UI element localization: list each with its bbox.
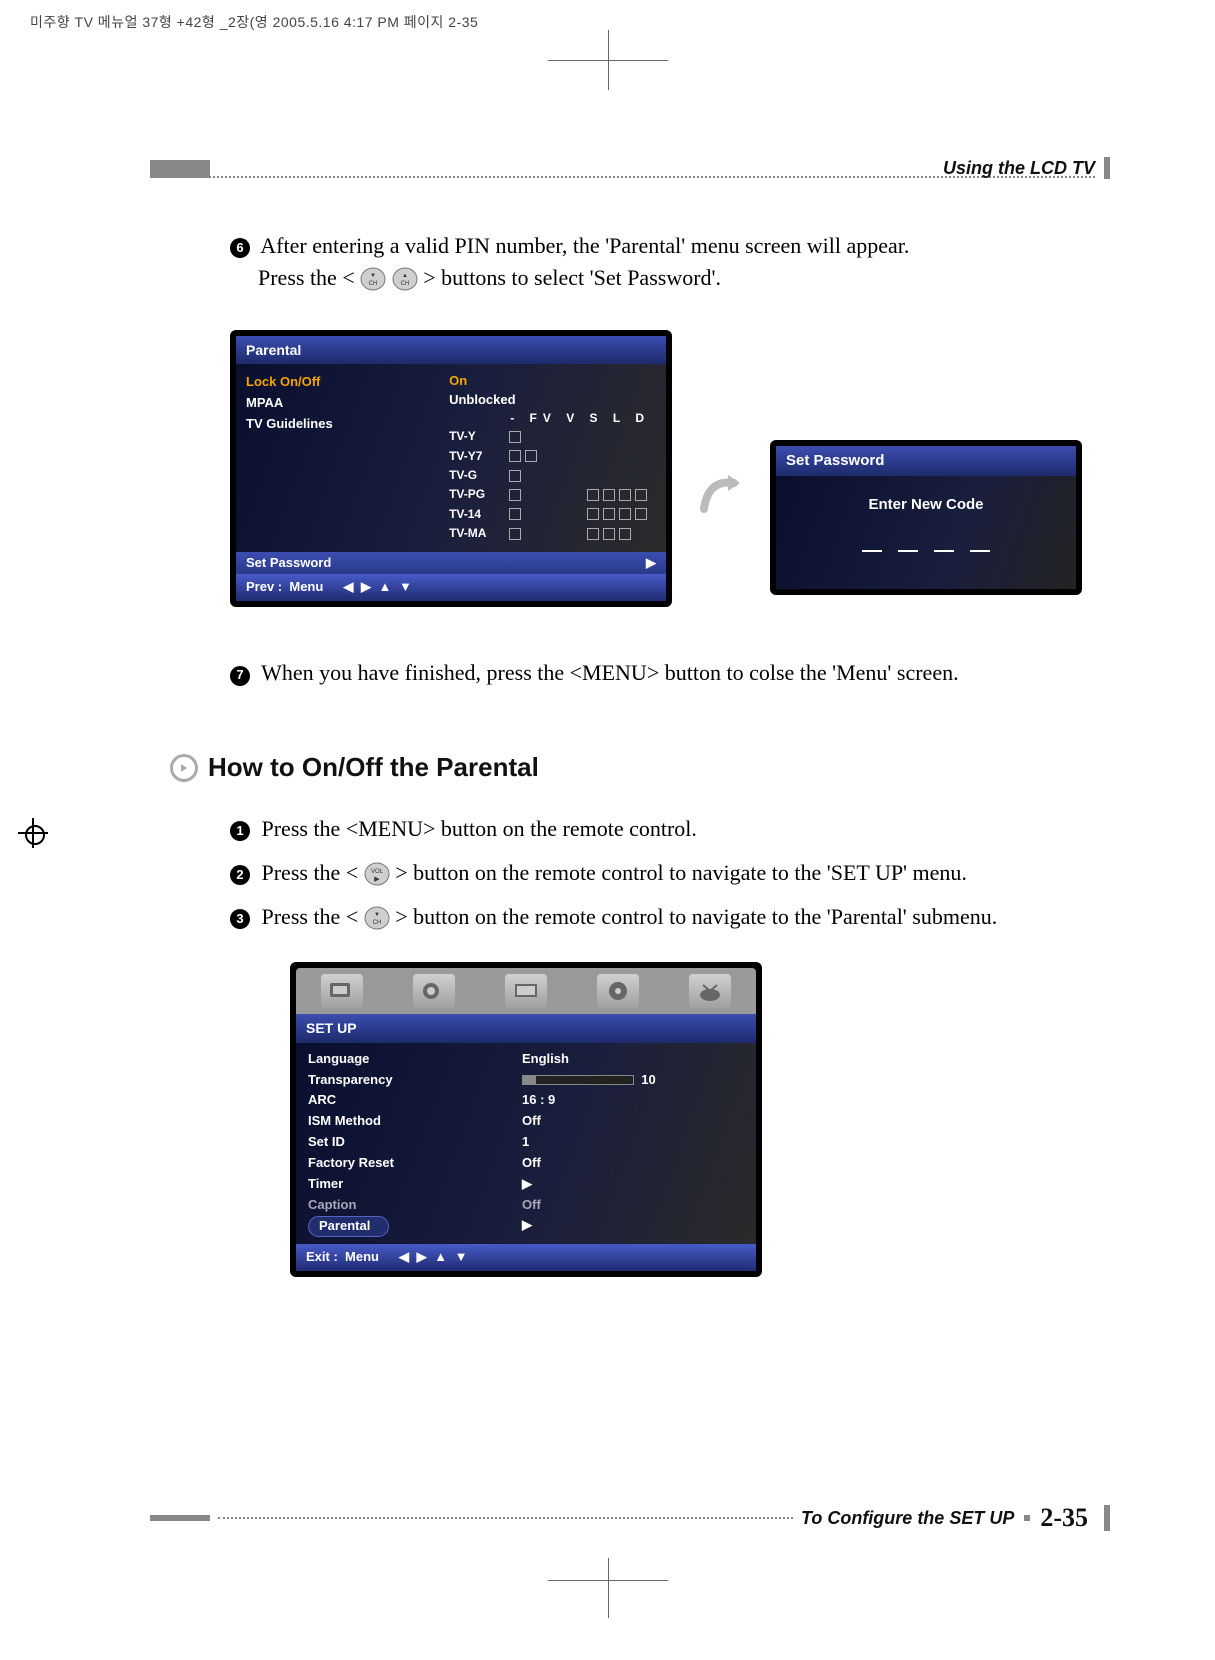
vol-up-button-icon: VOL▶ <box>364 862 390 886</box>
rating-row-tvy7[interactable]: TV-Y7 <box>449 447 656 466</box>
step-number-2: 2 <box>230 865 250 885</box>
step-6-text-a: After entering a valid PIN number, the '… <box>260 233 909 258</box>
section-bullet-icon <box>170 754 198 782</box>
crop-mark-bottom <box>608 1558 609 1618</box>
svg-text:CH: CH <box>369 281 378 287</box>
step-2-text-post: > button on the remote control to naviga… <box>395 860 967 885</box>
menu-item-parental[interactable]: Parental <box>308 1215 518 1238</box>
step-1-text: Press the <MENU> button on the remote co… <box>262 816 697 841</box>
header-section-title: Using the LCD TV <box>943 158 1095 179</box>
tab-channel-icon[interactable] <box>689 974 731 1008</box>
pin-entry-field[interactable] <box>786 529 1066 561</box>
ch-down-button-icon: ▼ CH <box>364 906 390 930</box>
doc-meta-line: 미주향 TV 메뉴얼 37형 +42형 _2장(영 2005.5.16 4:17… <box>30 12 478 32</box>
rating-row-tvg[interactable]: TV-G <box>449 466 656 485</box>
svg-text:CH: CH <box>400 281 409 287</box>
menu-item-set-password[interactable]: Set Password ▶ <box>236 552 666 575</box>
footer-accent-bar <box>150 1515 210 1521</box>
rating-row-tv14[interactable]: TV-14 <box>449 505 656 524</box>
setup-footer: Exit : Menu ◀ ▶ ▲ ▼ <box>296 1244 756 1271</box>
menu-item-caption[interactable]: Caption <box>308 1195 518 1216</box>
enter-new-code-label: Enter New Code <box>786 494 1066 516</box>
page-number: 2-35 <box>1040 1503 1088 1533</box>
setup-title: SET UP <box>296 1014 756 1042</box>
value-parental: ▶ <box>522 1215 732 1236</box>
footer-rule <box>218 1517 793 1519</box>
tab-sound-icon[interactable] <box>413 974 455 1008</box>
value-arc: 16 : 9 <box>522 1090 732 1111</box>
step-6: 6 After entering a valid PIN number, the… <box>230 230 1095 294</box>
value-caption: Off <box>522 1195 732 1216</box>
svg-text:CH: CH <box>372 920 381 926</box>
step-1: 1 Press the <MENU> button on the remote … <box>230 813 1095 845</box>
tab-picture-icon[interactable] <box>321 974 363 1008</box>
step-7: 7 When you have finished, press the <MEN… <box>230 657 1095 689</box>
setup-tab-bar <box>296 968 756 1014</box>
menu-item-arc[interactable]: ARC <box>308 1090 518 1111</box>
ch-down-button-icon: ▼ CH <box>360 267 386 291</box>
step-3-text-post: > button on the remote control to naviga… <box>395 904 997 929</box>
value-ism: Off <box>522 1111 732 1132</box>
step-2: 2 Press the < VOL▶ > button on the remot… <box>230 857 1095 889</box>
menu-item-transparency[interactable]: Transparency <box>308 1070 518 1091</box>
rating-row-tvy[interactable]: TV-Y <box>449 427 656 446</box>
tab-setup-icon[interactable] <box>597 974 639 1008</box>
footer-accent-stub <box>1104 1505 1110 1531</box>
crop-mark-top <box>608 30 609 90</box>
menu-item-mpaa[interactable]: MPAA <box>246 393 443 414</box>
parental-menu-panel: Parental Lock On/Off MPAA TV Guidelines … <box>230 330 672 607</box>
menu-item-ism[interactable]: ISM Method <box>308 1111 518 1132</box>
set-password-label: Set Password <box>246 554 331 573</box>
rating-row-tvma[interactable]: TV-MA <box>449 524 656 543</box>
footer-dot <box>1024 1515 1030 1521</box>
set-password-panel: Set Password Enter New Code <box>770 440 1082 595</box>
section-title: How to On/Off the Parental <box>208 749 539 787</box>
value-lock-on: On <box>449 372 656 391</box>
step-6-text-b-pre: Press the < <box>258 265 355 290</box>
value-setid: 1 <box>522 1132 732 1153</box>
value-factory: Off <box>522 1153 732 1174</box>
menu-item-tvguidelines[interactable]: TV Guidelines <box>246 414 443 435</box>
ch-up-button-icon: ▲ CH <box>392 267 418 291</box>
set-password-title: Set Password <box>776 446 1076 476</box>
value-timer: ▶ <box>522 1174 732 1195</box>
svg-text:▼: ▼ <box>370 273 376 279</box>
menu-item-factory-reset[interactable]: Factory Reset <box>308 1153 518 1174</box>
rating-row-tvpg[interactable]: TV-PG <box>449 485 656 504</box>
step-number-6: 6 <box>230 238 250 258</box>
nav-arrows-icon: ◀ ▶ ▲ ▼ <box>343 578 414 597</box>
step-6-text-b-post: > buttons to select 'Set Password'. <box>423 265 721 290</box>
setup-menu-panel: SET UP Language Transparency ARC ISM Met… <box>290 962 762 1277</box>
footer-label: To Configure the SET UP <box>801 1508 1014 1529</box>
step-7-text: When you have finished, press the <MENU>… <box>261 660 958 685</box>
menu-item-timer[interactable]: Timer <box>308 1174 518 1195</box>
transparency-slider[interactable] <box>522 1075 634 1085</box>
menu-item-language[interactable]: Language <box>308 1049 518 1070</box>
value-mpaa-unblocked: Unblocked <box>449 391 656 410</box>
parental-footer: Prev : Menu ◀ ▶ ▲ ▼ <box>236 574 666 601</box>
step-number-3: 3 <box>230 909 250 929</box>
rating-header: - FV V S L D <box>449 410 656 427</box>
chevron-right-icon: ▶ <box>646 554 656 573</box>
step-3-text-pre: Press the < <box>262 904 359 929</box>
tab-screen-icon[interactable] <box>505 974 547 1008</box>
menu-item-lock[interactable]: Lock On/Off <box>246 372 443 393</box>
step-2-text-pre: Press the < <box>262 860 359 885</box>
nav-arrows-icon: ◀ ▶ ▲ ▼ <box>399 1248 470 1267</box>
step-number-7: 7 <box>230 666 250 686</box>
step-number-1: 1 <box>230 821 250 841</box>
value-language: English <box>522 1049 732 1070</box>
parental-title: Parental <box>236 336 666 364</box>
registration-mark <box>18 818 48 848</box>
step-3: 3 Press the < ▼ CH > button on the remote… <box>230 901 1095 933</box>
value-transparency: 10 <box>522 1070 732 1091</box>
menu-item-setid[interactable]: Set ID <box>308 1132 518 1153</box>
svg-text:VOL: VOL <box>371 869 384 875</box>
flow-arrow-icon <box>696 469 746 528</box>
svg-text:▶: ▶ <box>374 876 380 883</box>
svg-text:▼: ▼ <box>374 912 380 918</box>
header-accent-stub <box>1104 157 1110 179</box>
svg-text:▲: ▲ <box>402 273 408 279</box>
